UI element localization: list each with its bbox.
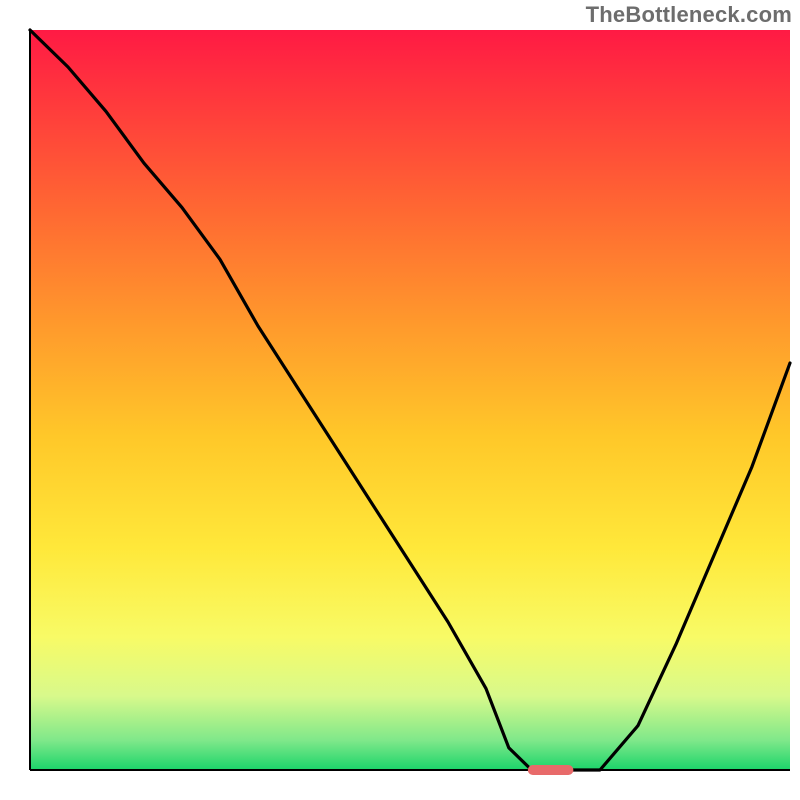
bottleneck-chart: [0, 0, 800, 800]
gradient-background: [30, 30, 790, 770]
watermark-label: TheBottleneck.com: [586, 2, 792, 28]
optimal-range-indicator: [528, 765, 574, 775]
chart-canvas: [0, 0, 800, 800]
